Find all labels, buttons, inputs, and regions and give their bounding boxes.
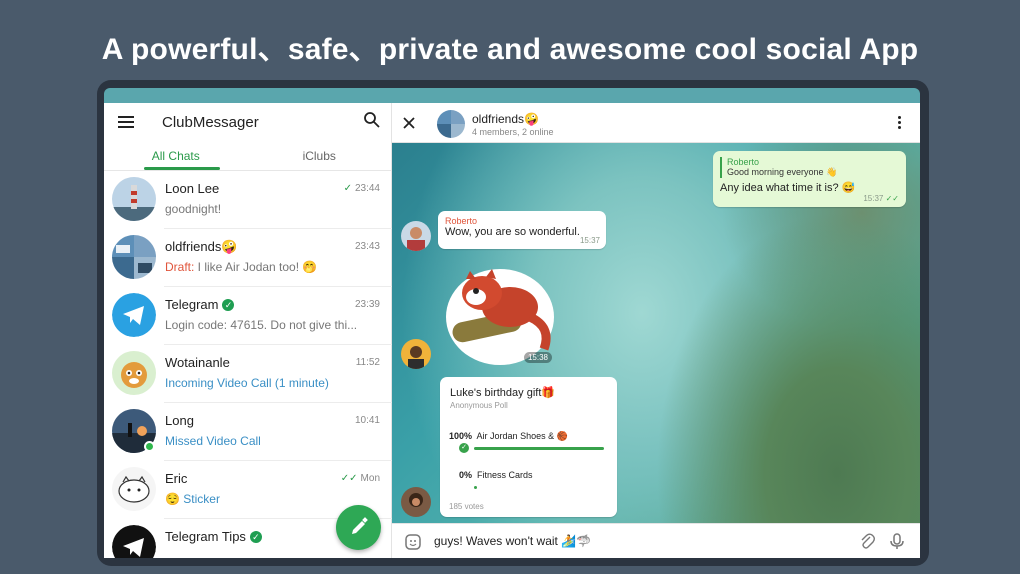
chat-row-oldfriends[interactable]: oldfriends🤪 23:43 Draft: I like Air Joda… [104,229,392,287]
chat-preview: goodnight! [165,202,222,216]
chat-row-long[interactable]: Long 10:41 Missed Video Call [104,403,392,461]
poll-type: Anonymous Poll [450,401,508,410]
message-text: Any idea what time it is? 😅 [720,182,856,194]
message-text: Wow, you are so wonderful. [445,226,580,238]
reply-sender: Roberto [727,157,760,167]
avatar [112,525,156,558]
chat-preview: Draft: I like Air Jodan too! 🤭 [165,260,380,274]
avatar [112,293,156,337]
conversation-pane: oldfriends🤪 4 members, 2 online Roberto … [392,103,920,558]
avatar[interactable] [401,339,431,369]
tab-iclubs[interactable]: iClubs [248,139,392,170]
headline: A powerful、safe、private and awesome cool… [101,33,919,66]
poll-option[interactable]: 0% Fitness Cards [459,470,533,480]
chat-preview: Incoming Video Call (1 minute) [165,376,329,390]
avatar [112,235,156,279]
message-time: 15:37 [579,236,600,245]
poll-selected-check-icon: ✓ [459,443,469,453]
chat-name: Wotainanle [165,355,230,370]
reply-text: Good morning everyone 👋 [727,167,838,177]
reply-quote[interactable]: Roberto Good morning everyone 👋 [720,157,899,178]
chat-tabs: All Chats iClubs [104,139,391,171]
app-title: ClubMessager [162,114,259,131]
chat-name: Telegram [165,297,219,312]
poll-bar [474,486,477,489]
more-vert-icon[interactable] [898,116,902,130]
avatar [112,177,156,221]
chat-row-wotainanle[interactable]: Wotainanle 11:52 Incoming Video Call (1 … [104,345,392,403]
online-indicator [144,441,155,452]
chat-row-loon-lee[interactable]: Loon Lee ✓ 23:44 goodnight! [104,171,392,229]
message-outgoing[interactable]: Roberto Good morning everyone 👋 Any idea… [713,151,906,207]
avatar[interactable] [401,487,431,517]
poll-bar [474,447,604,450]
group-avatar[interactable] [437,110,465,138]
chat-list: Loon Lee ✓ 23:44 goodnight! oldfriends🤪 2… [104,171,392,558]
draft-label: Draft: [165,260,195,274]
chat-name: Loon Lee [165,181,220,196]
tab-indicator [144,167,220,170]
menu-icon[interactable] [118,116,134,128]
avatar [112,467,156,511]
chat-time: 10:41 [354,415,380,426]
chat-name: Long [165,413,194,428]
double-check-icon: ✓✓ [340,473,358,484]
message-composer: guys! Waves won't wait 🏄🦈 [392,523,920,558]
chat-header: oldfriends🤪 4 members, 2 online [392,103,920,143]
microphone-icon[interactable] [888,532,906,550]
avatar [112,351,156,395]
poll-title: Luke's birthday gift🎁 [450,387,556,399]
chat-time: Mon [360,473,380,484]
tablet-frame: ClubMessager All Chats iClubs Loon Lee ✓… [97,80,929,566]
chat-time: 23:43 [354,241,380,252]
chat-time: 23:44 [354,183,380,194]
sticker-time: 15:38 [523,352,552,363]
chat-name: oldfriends🤪 [165,239,238,254]
message-input[interactable]: guys! Waves won't wait 🏄🦈 [434,534,591,548]
tab-all-chats[interactable]: All Chats [104,139,248,170]
status-bar [104,88,920,103]
chat-preview: Missed Video Call [165,434,261,448]
pencil-icon [352,517,368,534]
message-time: 15:37 ✓✓ [863,194,899,203]
sticker-icon[interactable] [404,533,422,551]
chat-row-telegram[interactable]: Telegram ✓ 23:39 Login code: 47615. Do no… [104,287,392,345]
group-name[interactable]: oldfriends🤪 [472,112,539,126]
close-icon[interactable] [402,116,416,130]
compose-button[interactable] [336,505,381,550]
app-screen: ClubMessager All Chats iClubs Loon Lee ✓… [104,103,920,558]
verified-icon: ✓ [249,530,262,543]
poll-option[interactable]: 100% Air Jordan Shoes & 🏀 [449,431,568,442]
verified-icon: ✓ [222,298,235,311]
group-members: 4 members, 2 online [472,127,554,137]
message-incoming[interactable]: Roberto Wow, you are so wonderful. 15:37 [438,211,606,249]
chat-preview: 😌 Sticker [165,492,220,506]
avatar[interactable] [401,221,431,251]
read-check-icon: ✓ [343,183,352,194]
message-sender: Roberto [445,216,478,226]
chat-wallpaper: Roberto Good morning everyone 👋 Any idea… [392,143,920,523]
chat-time: 23:39 [354,299,380,310]
chat-name: Telegram Tips [165,529,246,544]
chat-time: 11:52 [355,357,380,368]
poll-votes: 185 votes [449,502,484,511]
search-icon[interactable] [363,111,381,129]
paperclip-icon[interactable] [858,532,876,550]
chat-list-pane: ClubMessager All Chats iClubs Loon Lee ✓… [104,103,392,558]
poll-message[interactable]: Luke's birthday gift🎁 Anonymous Poll 100… [440,377,617,517]
draft-text: I like Air Jodan too! 🤭 [194,260,318,274]
chat-name: Eric [165,471,188,486]
app-toolbar: ClubMessager [104,103,391,139]
chat-preview: Login code: 47615. Do not give thi... [165,318,358,332]
sticker-red-panda[interactable]: 15:38 [440,257,560,367]
